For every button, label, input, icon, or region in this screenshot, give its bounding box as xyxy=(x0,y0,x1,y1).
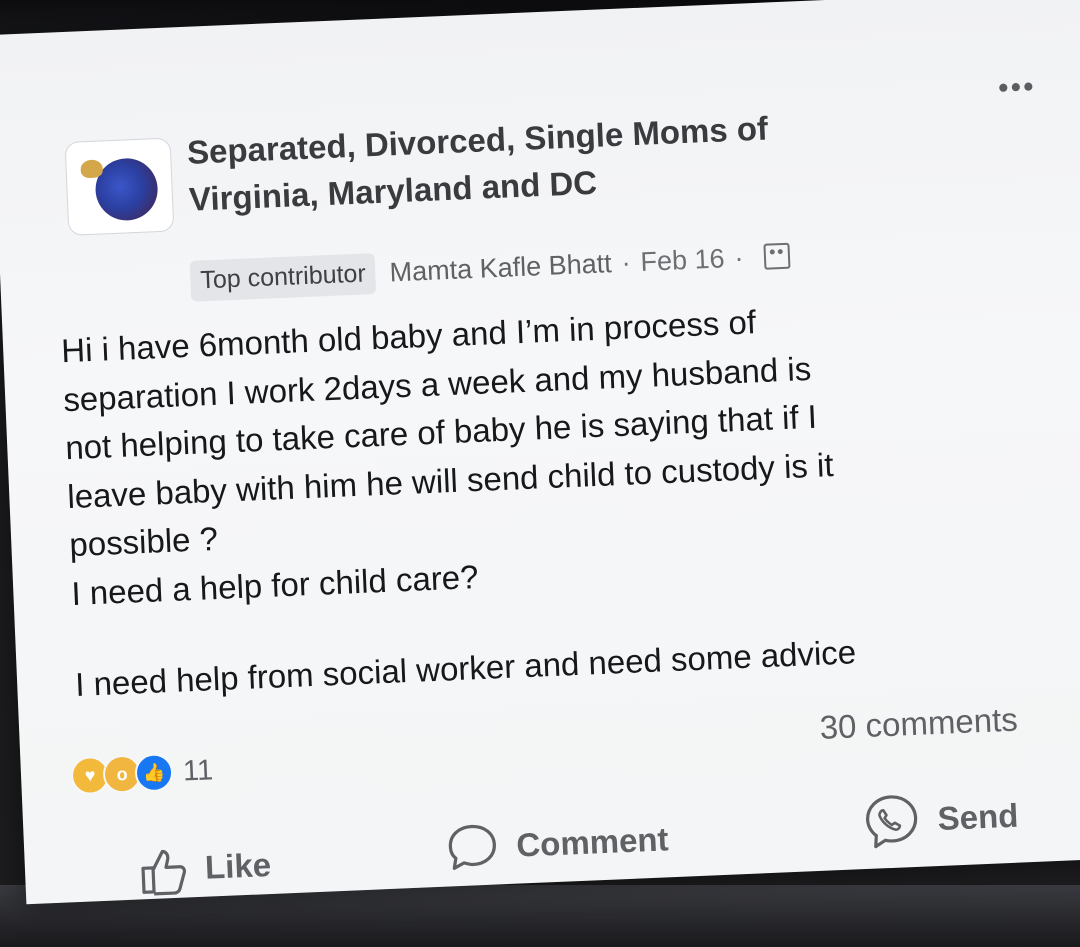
meta-separator-2: · xyxy=(733,242,745,273)
author-name[interactable]: Mamta Kafle Bhatt xyxy=(389,248,612,288)
top-contributor-badge: Top contributor xyxy=(189,252,377,302)
comment-button[interactable]: Comment xyxy=(443,812,669,875)
comment-label: Comment xyxy=(515,820,670,864)
like-label: Like xyxy=(204,845,272,886)
meta-separator: · xyxy=(620,246,632,278)
thumbs-up-icon xyxy=(141,849,187,896)
send-button[interactable]: Send xyxy=(860,786,1019,853)
send-label: Send xyxy=(936,796,1020,837)
post-meta: Top contributor Mamta Kafle Bhatt · Feb … xyxy=(189,225,1011,303)
avatar-sticker xyxy=(80,159,104,179)
like-button[interactable]: Like xyxy=(136,839,272,897)
group-name[interactable]: Separated, Divorced, Single Moms of Virg… xyxy=(186,97,949,223)
like-reaction-icon: 👍 xyxy=(134,752,174,793)
post-body: Hi i have 6month old baby and I’m in pro… xyxy=(60,285,1075,709)
more-options-icon[interactable]: ••• xyxy=(997,70,1059,105)
post-card: Separated, Divorced, Single Moms of Virg… xyxy=(0,0,1080,904)
messenger-icon xyxy=(866,795,918,849)
comment-icon xyxy=(448,824,496,870)
reaction-count: 11 xyxy=(182,753,214,788)
comments-count[interactable]: 30 comments xyxy=(819,701,1019,747)
group-avatar[interactable] xyxy=(64,137,175,236)
reactions-summary[interactable]: ♥ o 👍 11 xyxy=(70,751,214,796)
group-members-icon xyxy=(762,242,791,270)
post-date[interactable]: Feb 16 xyxy=(640,243,725,277)
group-avatar-image xyxy=(94,157,159,222)
action-bar: Like Comment Send xyxy=(24,792,1080,899)
screen: Separated, Divorced, Single Moms of Virg… xyxy=(0,0,1080,905)
